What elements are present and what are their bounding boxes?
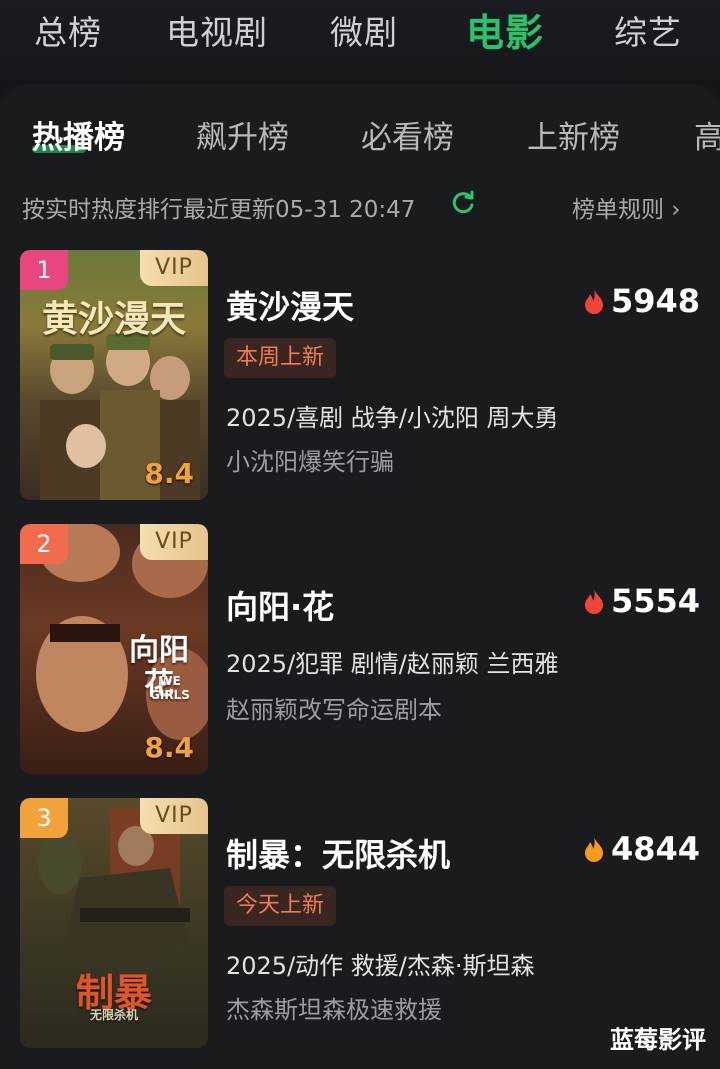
ranking-item[interactable]: 制暴 无限杀机 3 VIP 制暴：无限杀机 4844 今天上新 2025/动作 …: [0, 798, 720, 1048]
movie-tagline: 杰森斯坦森极速救援: [226, 996, 442, 1024]
tab-overall[interactable]: 总榜: [34, 6, 102, 54]
tab-movie[interactable]: 电影: [466, 2, 544, 57]
poster-image: 向阳花 WE GIRLS 2 VIP 8.4: [20, 524, 208, 774]
movie-tagline: 赵丽颖改写命运剧本: [226, 696, 442, 724]
category-tab-bar: 总榜 电视剧 微剧 电影 综艺: [0, 0, 720, 78]
rank-badge: 3: [20, 798, 68, 838]
flame-icon: [584, 289, 603, 314]
heat-number: 5554: [610, 582, 700, 620]
new-badge: 今天上新: [224, 886, 337, 926]
poster-image: 黄沙漫天 1 VIP 8.4: [20, 250, 208, 500]
flame-icon: [584, 837, 603, 862]
rating-score: 8.4: [144, 731, 194, 764]
poster-title: 黄沙漫天: [41, 299, 186, 340]
subtab-rising[interactable]: 飙升榜: [196, 112, 289, 157]
poster-subtitle: 无限杀机: [89, 1008, 138, 1022]
vip-badge: VIP: [140, 798, 208, 834]
poster-subtitle: WE GIRLS: [150, 674, 190, 702]
tab-tv-series[interactable]: 电视剧: [166, 6, 268, 54]
flame-icon: [584, 589, 603, 614]
refresh-icon[interactable]: [450, 190, 476, 216]
rank-badge: 2: [20, 524, 68, 564]
movie-title[interactable]: 制暴：无限杀机: [226, 830, 450, 876]
vip-badge: VIP: [140, 524, 208, 560]
tab-micro-drama[interactable]: 微剧: [330, 6, 398, 54]
ranking-item[interactable]: 向阳花 WE GIRLS 2 VIP 8.4 向阳·花 5554 2025/犯罪…: [0, 524, 720, 774]
heat-value: 5948: [583, 282, 700, 320]
movie-title[interactable]: 向阳·花: [226, 582, 334, 628]
movie-meta: 2025/犯罪 剧情/赵丽颖 兰西雅: [226, 650, 559, 678]
subtab-must-watch[interactable]: 必看榜: [361, 112, 454, 157]
heat-number: 4844: [610, 830, 700, 868]
poster-image: 制暴 无限杀机 3 VIP: [20, 798, 208, 1048]
watermark-text: 蓝莓影评: [610, 1026, 706, 1054]
subtab-more[interactable]: 高: [694, 112, 720, 157]
new-badge: 本周上新: [224, 338, 337, 378]
heat-number: 5948: [610, 282, 700, 320]
heat-value: 4844: [583, 830, 700, 868]
ranking-item[interactable]: 黄沙漫天 1 VIP 8.4 黄沙漫天 5948 本周上新 2025/喜剧 战争…: [0, 250, 720, 500]
heat-value: 5554: [583, 582, 700, 620]
tab-variety[interactable]: 综艺: [614, 6, 682, 54]
ranking-rules-link[interactable]: 榜单规则 ›: [572, 190, 681, 224]
movie-meta: 2025/动作 救援/杰森·斯坦森: [226, 952, 535, 980]
movie-tagline: 小沈阳爆笑行骗: [226, 448, 394, 476]
movie-title[interactable]: 黄沙漫天: [226, 282, 354, 328]
rating-score: 8.4: [144, 457, 194, 490]
rank-badge: 1: [20, 250, 68, 290]
vip-badge: VIP: [140, 250, 208, 286]
movie-meta: 2025/喜剧 战争/小沈阳 周大勇: [226, 404, 559, 432]
update-time-text: 按实时热度排行最近更新05-31 20:47: [22, 197, 416, 223]
subtab-hot[interactable]: 热播榜: [32, 112, 125, 157]
subtab-new[interactable]: 上新榜: [527, 112, 620, 157]
